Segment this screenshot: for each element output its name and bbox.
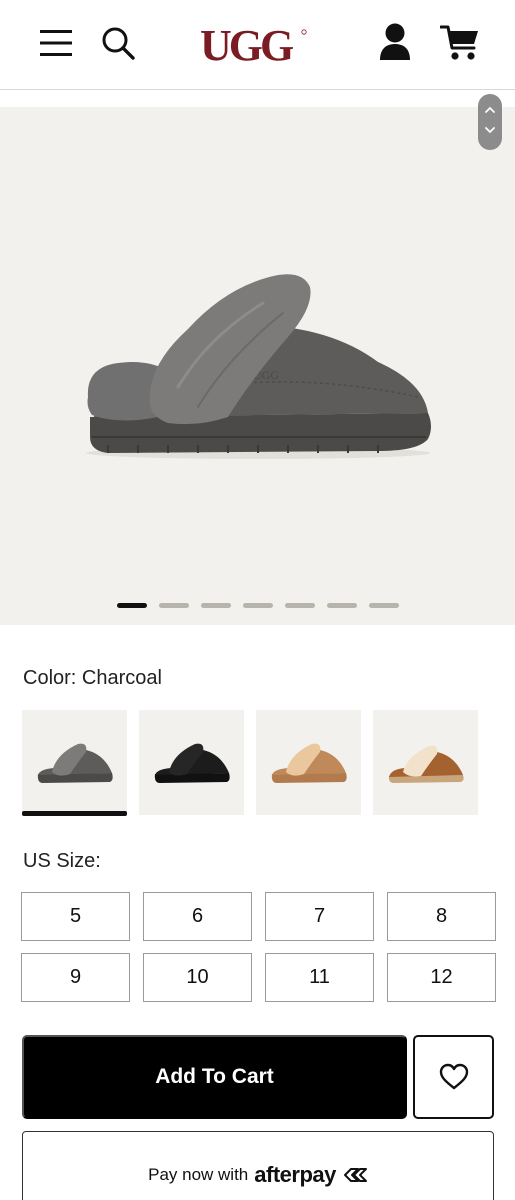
gallery-dot[interactable] [285,603,315,608]
gallery-dot[interactable] [201,603,231,608]
swatch-chestnut-sand[interactable] [256,710,361,815]
cart-icon[interactable] [440,24,480,62]
size-option[interactable]: 7 [265,892,374,941]
swatch-image-black [154,743,230,783]
add-to-cart-button[interactable]: Add To Cart [22,1035,407,1119]
search-icon[interactable] [100,25,136,61]
logo-text: UGG [200,21,294,70]
gallery-dot[interactable] [369,603,399,608]
afterpay-text: Pay now with [148,1165,249,1184]
gallery-dot[interactable] [117,603,147,608]
afterpay-button[interactable]: Pay now with afterpay [22,1131,494,1200]
size-option[interactable]: 5 [21,892,130,941]
size-option[interactable]: 12 [387,953,496,1002]
size-option[interactable]: 11 [265,953,374,1002]
size-option[interactable]: 8 [387,892,496,941]
afterpay-icon [343,1168,367,1182]
swatch-charcoal[interactable] [22,710,127,816]
size-option[interactable]: 10 [143,953,252,1002]
gallery-dot[interactable] [159,603,189,608]
product-image-slipper: UGG [86,274,431,459]
color-label: Color: Charcoal [23,667,162,689]
ugg-logo[interactable]: UGG [198,20,310,72]
gallery-dot[interactable] [327,603,357,608]
product-image-gallery[interactable]: UGG [0,94,515,625]
swatch-chestnut[interactable] [373,710,478,815]
site-header: UGG [0,0,515,90]
swatch-image-chestnut [388,745,464,783]
size-option[interactable]: 9 [21,953,130,1002]
gallery-dot[interactable] [243,603,273,608]
chevron-down-icon[interactable] [482,124,498,136]
gallery-pagination [117,603,399,609]
heart-icon [439,1063,468,1090]
afterpay-brand: afterpay [254,1162,336,1187]
swatch-image-charcoal [37,743,113,783]
size-option[interactable]: 6 [143,892,252,941]
menu-icon[interactable] [38,27,74,59]
chevron-up-icon[interactable] [482,104,498,116]
gallery-scroll-control[interactable] [478,94,502,150]
swatch-image-chestnut-sand [271,743,347,783]
size-grid: 5 6 7 8 9 10 11 12 [21,892,496,1002]
swatch-black[interactable] [139,710,244,815]
color-swatches [22,710,478,816]
account-icon[interactable] [377,22,413,62]
size-label: US Size: [23,850,101,872]
wishlist-button[interactable] [413,1035,494,1119]
